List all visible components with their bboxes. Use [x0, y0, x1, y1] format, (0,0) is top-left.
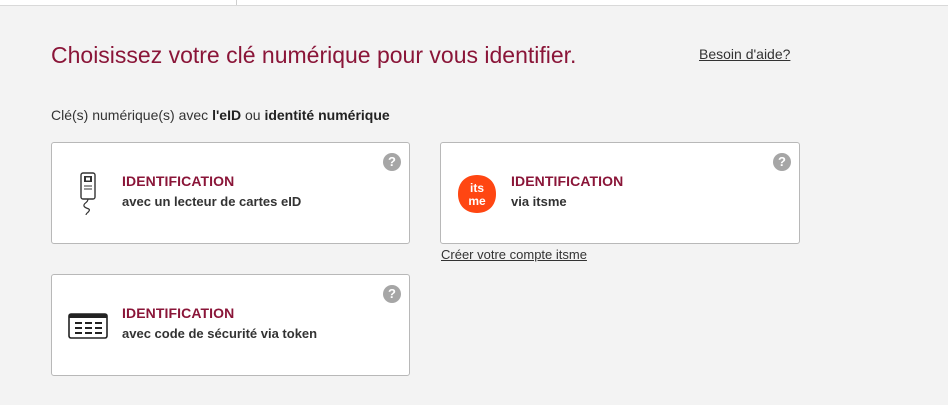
help-question-icon[interactable]: ? — [383, 285, 401, 303]
help-question-icon[interactable]: ? — [383, 153, 401, 171]
help-link[interactable]: Besoin d'aide? — [699, 46, 790, 62]
option-title: IDENTIFICATION — [122, 305, 235, 321]
subtitle-eid: l'eID — [212, 107, 242, 123]
option-description: avec un lecteur de cartes eID — [122, 194, 302, 209]
subtitle-prefix: Clé(s) numérique(s) avec — [51, 107, 213, 123]
option-card-itsme[interactable]: its me IDENTIFICATION via itsme ? — [440, 142, 800, 244]
option-card-eid-reader[interactable]: IDENTIFICATION avec un lecteur de cartes… — [51, 142, 410, 244]
top-bar — [0, 0, 948, 6]
subtitle-digital-identity: identité numérique — [264, 107, 390, 123]
option-description: avec code de sécurité via token — [122, 326, 318, 341]
subtitle-middle: ou — [241, 107, 265, 123]
top-bar-divider — [236, 0, 237, 5]
itsme-logo-text-top: its — [470, 181, 484, 195]
token-icon — [66, 302, 110, 350]
option-description: via itsme — [511, 194, 567, 209]
itsme-logo: its me — [455, 170, 499, 218]
option-title: IDENTIFICATION — [122, 173, 235, 189]
card-reader-icon — [66, 170, 110, 218]
option-title: IDENTIFICATION — [511, 173, 624, 189]
subtitle: Clé(s) numérique(s) avec l'eID ou identi… — [51, 107, 390, 123]
create-itsme-account-link[interactable]: Créer votre compte itsme — [441, 247, 587, 262]
page-title: Choisissez votre clé numérique pour vous… — [51, 42, 577, 68]
itsme-logo-text-bottom: me — [468, 194, 486, 208]
help-question-icon[interactable]: ? — [773, 153, 791, 171]
option-card-token[interactable]: IDENTIFICATION avec code de sécurité via… — [51, 274, 410, 376]
